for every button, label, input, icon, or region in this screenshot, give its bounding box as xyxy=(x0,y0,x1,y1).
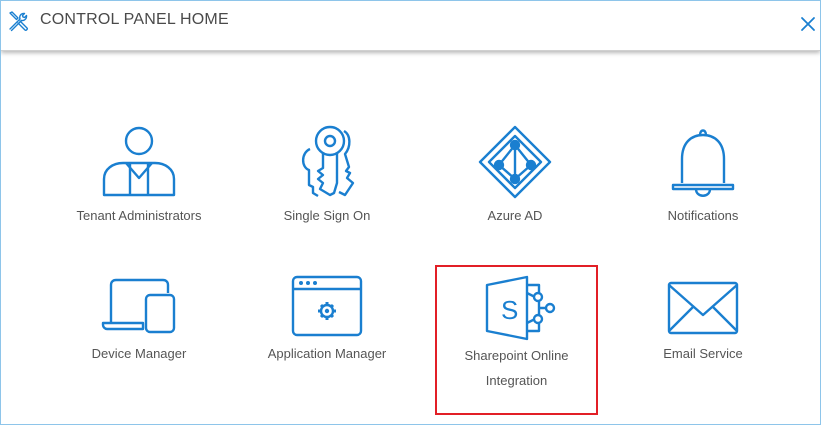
tile-application-manager[interactable]: Application Manager xyxy=(247,271,407,366)
envelope-icon xyxy=(667,281,739,335)
devices-icon xyxy=(101,278,176,334)
svg-text:S: S xyxy=(501,295,518,325)
panel-header: CONTROL PANEL HOME xyxy=(1,1,820,51)
tile-label: Tenant Administrators xyxy=(76,208,202,223)
user-admin-icon xyxy=(102,126,176,197)
tile-label-line1: Sharepoint Online xyxy=(464,348,569,363)
tile-tenant-administrators[interactable]: Tenant Administrators xyxy=(59,123,219,228)
tile-label: Notifications xyxy=(667,208,739,223)
bell-icon xyxy=(671,129,735,197)
tile-label: Azure AD xyxy=(487,208,543,223)
tile-notifications[interactable]: Notifications xyxy=(623,123,783,228)
tile-label-line2: Integration xyxy=(485,373,548,388)
tile-label: Email Service xyxy=(663,346,743,361)
control-panel: CONTROL PANEL HOME Tenant Administrators… xyxy=(0,0,821,425)
tile-label: Device Manager xyxy=(91,346,187,361)
azure-ad-icon xyxy=(478,125,552,199)
sharepoint-icon: S xyxy=(485,275,555,341)
app-window-gear-icon xyxy=(291,275,363,337)
tile-single-sign-on[interactable]: Single Sign On xyxy=(247,123,407,228)
tile-azure-ad[interactable]: Azure AD xyxy=(435,123,595,228)
tile-device-manager[interactable]: Device Manager xyxy=(59,271,219,366)
tile-email-service[interactable]: Email Service xyxy=(623,271,783,366)
tools-icon xyxy=(9,11,28,32)
close-icon[interactable] xyxy=(800,16,816,32)
tile-label: Single Sign On xyxy=(283,208,371,223)
page-title: CONTROL PANEL HOME xyxy=(40,11,229,28)
keys-icon xyxy=(301,125,355,198)
tile-sharepoint-online-integration[interactable]: S Sharepoint Online Integration xyxy=(435,265,598,415)
tile-label: Application Manager xyxy=(267,346,387,361)
